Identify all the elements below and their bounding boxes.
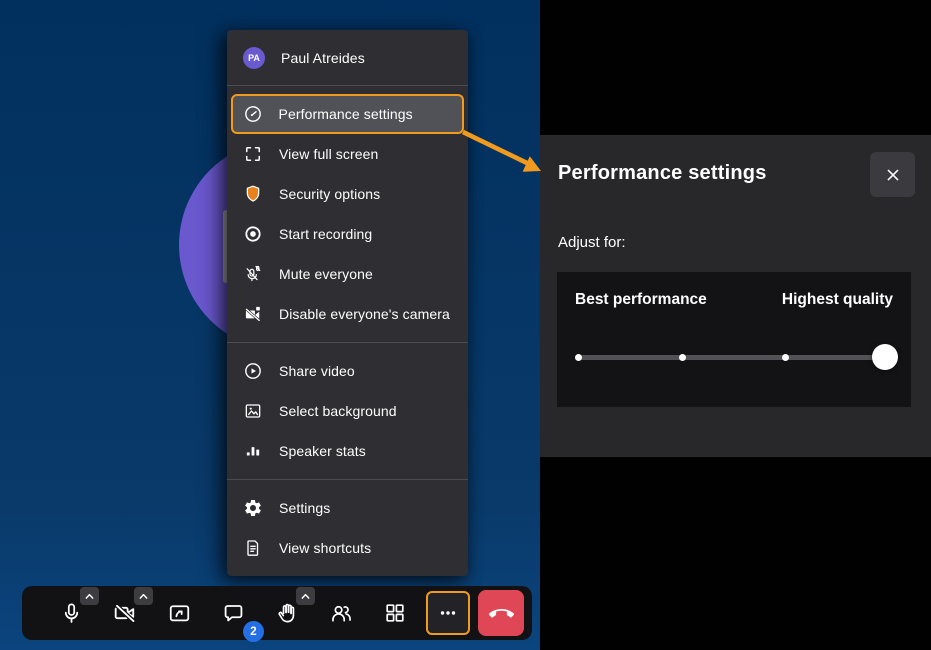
user-name: Paul Atreides <box>281 50 365 66</box>
menu-section-app: Settings View shortcuts <box>227 480 468 576</box>
slider-step-dot <box>575 354 582 361</box>
menu-item-mute-everyone[interactable]: Mute everyone <box>227 254 468 294</box>
raise-hand-options-expander[interactable] <box>296 587 315 605</box>
performance-slider-box: Best performance Highest quality <box>557 272 911 407</box>
image-icon <box>243 401 263 421</box>
user-avatar: PA <box>243 47 265 69</box>
menu-item-view-full-screen[interactable]: View full screen <box>227 134 468 174</box>
slider-step-dot <box>679 354 686 361</box>
ellipsis-icon <box>436 601 460 625</box>
menu-section-meeting: Performance settings View full screen Se… <box>227 86 468 342</box>
mic-off-icon <box>243 264 263 284</box>
menu-item-view-shortcuts[interactable]: View shortcuts <box>227 528 468 568</box>
gear-icon <box>243 498 263 518</box>
chat-button[interactable]: 2 <box>210 590 256 636</box>
participants-button[interactable] <box>318 590 364 636</box>
slider-track[interactable] <box>575 355 898 360</box>
panel-header: Performance settings <box>540 135 931 197</box>
record-icon <box>243 224 263 244</box>
grid-icon <box>383 601 407 625</box>
camera-off-icon <box>243 304 263 324</box>
menu-item-profile[interactable]: PA Paul Atreides <box>227 30 468 85</box>
menu-item-performance-settings[interactable]: Performance settings <box>231 94 464 134</box>
camera-off-icon <box>112 600 138 626</box>
slider-step-dot <box>782 354 789 361</box>
quality-slider[interactable] <box>575 344 898 370</box>
chevron-up-icon <box>83 590 96 603</box>
meeting-window: Performance settings Adjust for: Best pe… <box>0 0 931 650</box>
hand-icon <box>275 601 300 626</box>
slider-thumb[interactable] <box>872 344 898 370</box>
mic-icon <box>59 601 84 626</box>
menu-section-media: Share video Select background Speaker st… <box>227 343 468 479</box>
bar-chart-icon <box>243 441 263 461</box>
settings-column: Performance settings Adjust for: Best pe… <box>540 0 931 650</box>
camera-button[interactable] <box>102 590 148 636</box>
performance-settings-panel: Performance settings Adjust for: Best pe… <box>540 135 931 457</box>
call-toolbar: 2 <box>22 586 532 640</box>
menu-item-disable-everyones-camera[interactable]: Disable everyone's camera <box>227 294 468 334</box>
raise-hand-button[interactable] <box>264 590 310 636</box>
microphone-button[interactable] <box>48 590 94 636</box>
microphone-options-expander[interactable] <box>80 587 99 605</box>
menu-item-share-video[interactable]: Share video <box>227 351 468 391</box>
chat-unread-badge: 2 <box>243 621 264 642</box>
gauge-icon <box>243 104 263 124</box>
document-icon <box>243 538 263 558</box>
play-circle-icon <box>243 361 263 381</box>
chat-icon <box>221 601 246 626</box>
fullscreen-icon <box>243 144 263 164</box>
screen-share-icon <box>167 601 192 626</box>
close-icon <box>883 165 903 185</box>
close-button[interactable] <box>870 152 915 197</box>
camera-options-expander[interactable] <box>134 587 153 605</box>
chevron-up-icon <box>137 590 150 603</box>
menu-item-settings[interactable]: Settings <box>227 488 468 528</box>
menu-item-security-options[interactable]: Security options <box>227 174 468 214</box>
hangup-icon <box>488 600 515 627</box>
best-performance-label: Best performance <box>575 291 707 309</box>
leave-call-button[interactable] <box>478 590 524 636</box>
slider-labels: Best performance Highest quality <box>557 272 911 309</box>
overflow-menu: PA Paul Atreides Performance settings Vi… <box>227 30 468 576</box>
adjust-for-label: Adjust for: <box>558 234 931 251</box>
chevron-up-icon <box>299 590 312 603</box>
menu-item-speaker-stats[interactable]: Speaker stats <box>227 431 468 471</box>
people-icon <box>329 601 354 626</box>
highest-quality-label: Highest quality <box>782 291 893 309</box>
more-actions-button[interactable] <box>426 591 470 635</box>
menu-item-start-recording[interactable]: Start recording <box>227 214 468 254</box>
tile-view-button[interactable] <box>372 590 418 636</box>
menu-item-select-background[interactable]: Select background <box>227 391 468 431</box>
shield-icon <box>243 184 263 204</box>
share-screen-button[interactable] <box>156 590 202 636</box>
panel-title: Performance settings <box>558 152 870 185</box>
